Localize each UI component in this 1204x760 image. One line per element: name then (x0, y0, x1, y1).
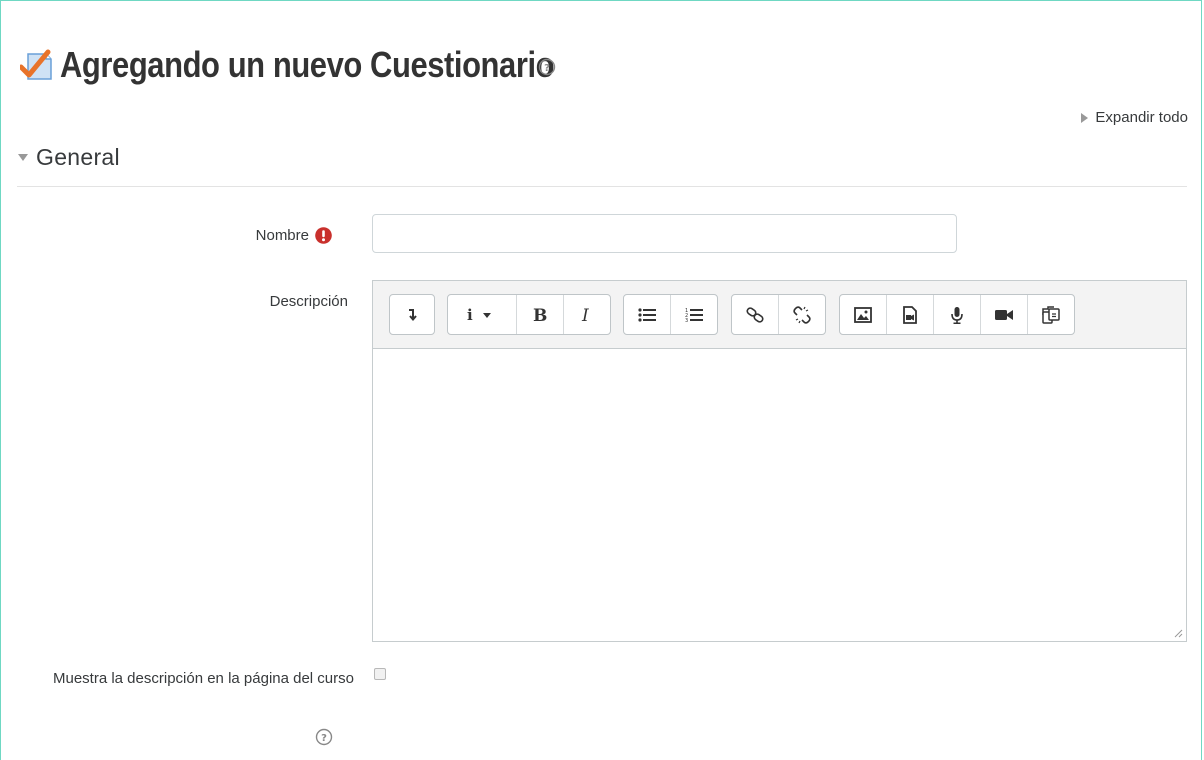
collapse-icon (409, 308, 417, 321)
toolbar-group-media (839, 294, 1075, 335)
bold-icon: B (533, 306, 547, 324)
insert-image-button[interactable] (840, 295, 887, 334)
caret-right-icon (1081, 112, 1089, 123)
page-title: Agregando un nuevo Cuestionario (60, 44, 555, 85)
toolbar-group-style: i B I (447, 294, 611, 335)
paragraph-styles-button[interactable]: i (448, 295, 517, 334)
name-field-label: Nombre (256, 227, 332, 244)
record-video-icon (995, 309, 1013, 320)
link-icon (746, 306, 764, 323)
svg-text:3: 3 (685, 318, 688, 323)
unlink-button[interactable] (779, 295, 825, 334)
show-description-checkbox[interactable] (374, 668, 386, 680)
svg-text:i: i (467, 307, 473, 323)
svg-text:?: ? (321, 733, 327, 744)
ordered-list-button[interactable]: 123 (671, 295, 717, 334)
toolbar-group-collapse (389, 294, 435, 335)
ordered-list-icon: 123 (685, 308, 703, 323)
description-textarea[interactable] (373, 349, 1186, 641)
svg-text:?: ? (544, 63, 550, 74)
section-general-label: General (36, 144, 120, 170)
description-editor: i B I 123 (372, 280, 1187, 642)
unordered-list-button[interactable] (624, 295, 671, 334)
caret-down-icon (18, 154, 28, 161)
record-audio-button[interactable] (934, 295, 981, 334)
help-icon[interactable]: ? (315, 728, 333, 746)
record-video-button[interactable] (981, 295, 1028, 334)
name-label: Nombre (255, 227, 309, 244)
record-audio-icon (951, 306, 963, 324)
manage-files-button[interactable] (1028, 295, 1074, 334)
link-button[interactable] (732, 295, 779, 334)
name-input[interactable] (372, 214, 957, 253)
toolbar-group-lists: 123 (623, 294, 718, 335)
svg-text:B: B (533, 306, 547, 324)
image-icon (854, 306, 872, 323)
help-icon[interactable]: ? (538, 58, 556, 76)
expand-all-label: Expandir todo (1095, 109, 1188, 126)
collapse-button[interactable] (390, 295, 434, 334)
required-icon (315, 227, 332, 244)
quiz-icon (20, 49, 52, 80)
show-description-label: Muestra la descripción en la página del … (52, 670, 354, 687)
editor-toolbar: i B I 123 (373, 281, 1186, 349)
section-general-header[interactable]: General (18, 144, 120, 171)
section-divider (17, 186, 1187, 187)
resize-handle-icon[interactable] (1173, 628, 1183, 638)
svg-text:I: I (581, 306, 589, 324)
media-icon (903, 305, 917, 324)
insert-media-button[interactable] (887, 295, 934, 334)
toolbar-group-links (731, 294, 826, 335)
bold-button[interactable]: B (517, 295, 564, 334)
italic-button[interactable]: I (564, 295, 610, 334)
description-label: Descripción (269, 293, 348, 310)
info-dropdown-icon: i (467, 307, 491, 323)
expand-all-link[interactable]: Expandir todo (1081, 109, 1188, 126)
manage-files-icon (1042, 305, 1060, 324)
unlink-icon (793, 305, 811, 324)
unordered-list-icon (638, 307, 656, 322)
italic-icon: I (581, 306, 589, 324)
